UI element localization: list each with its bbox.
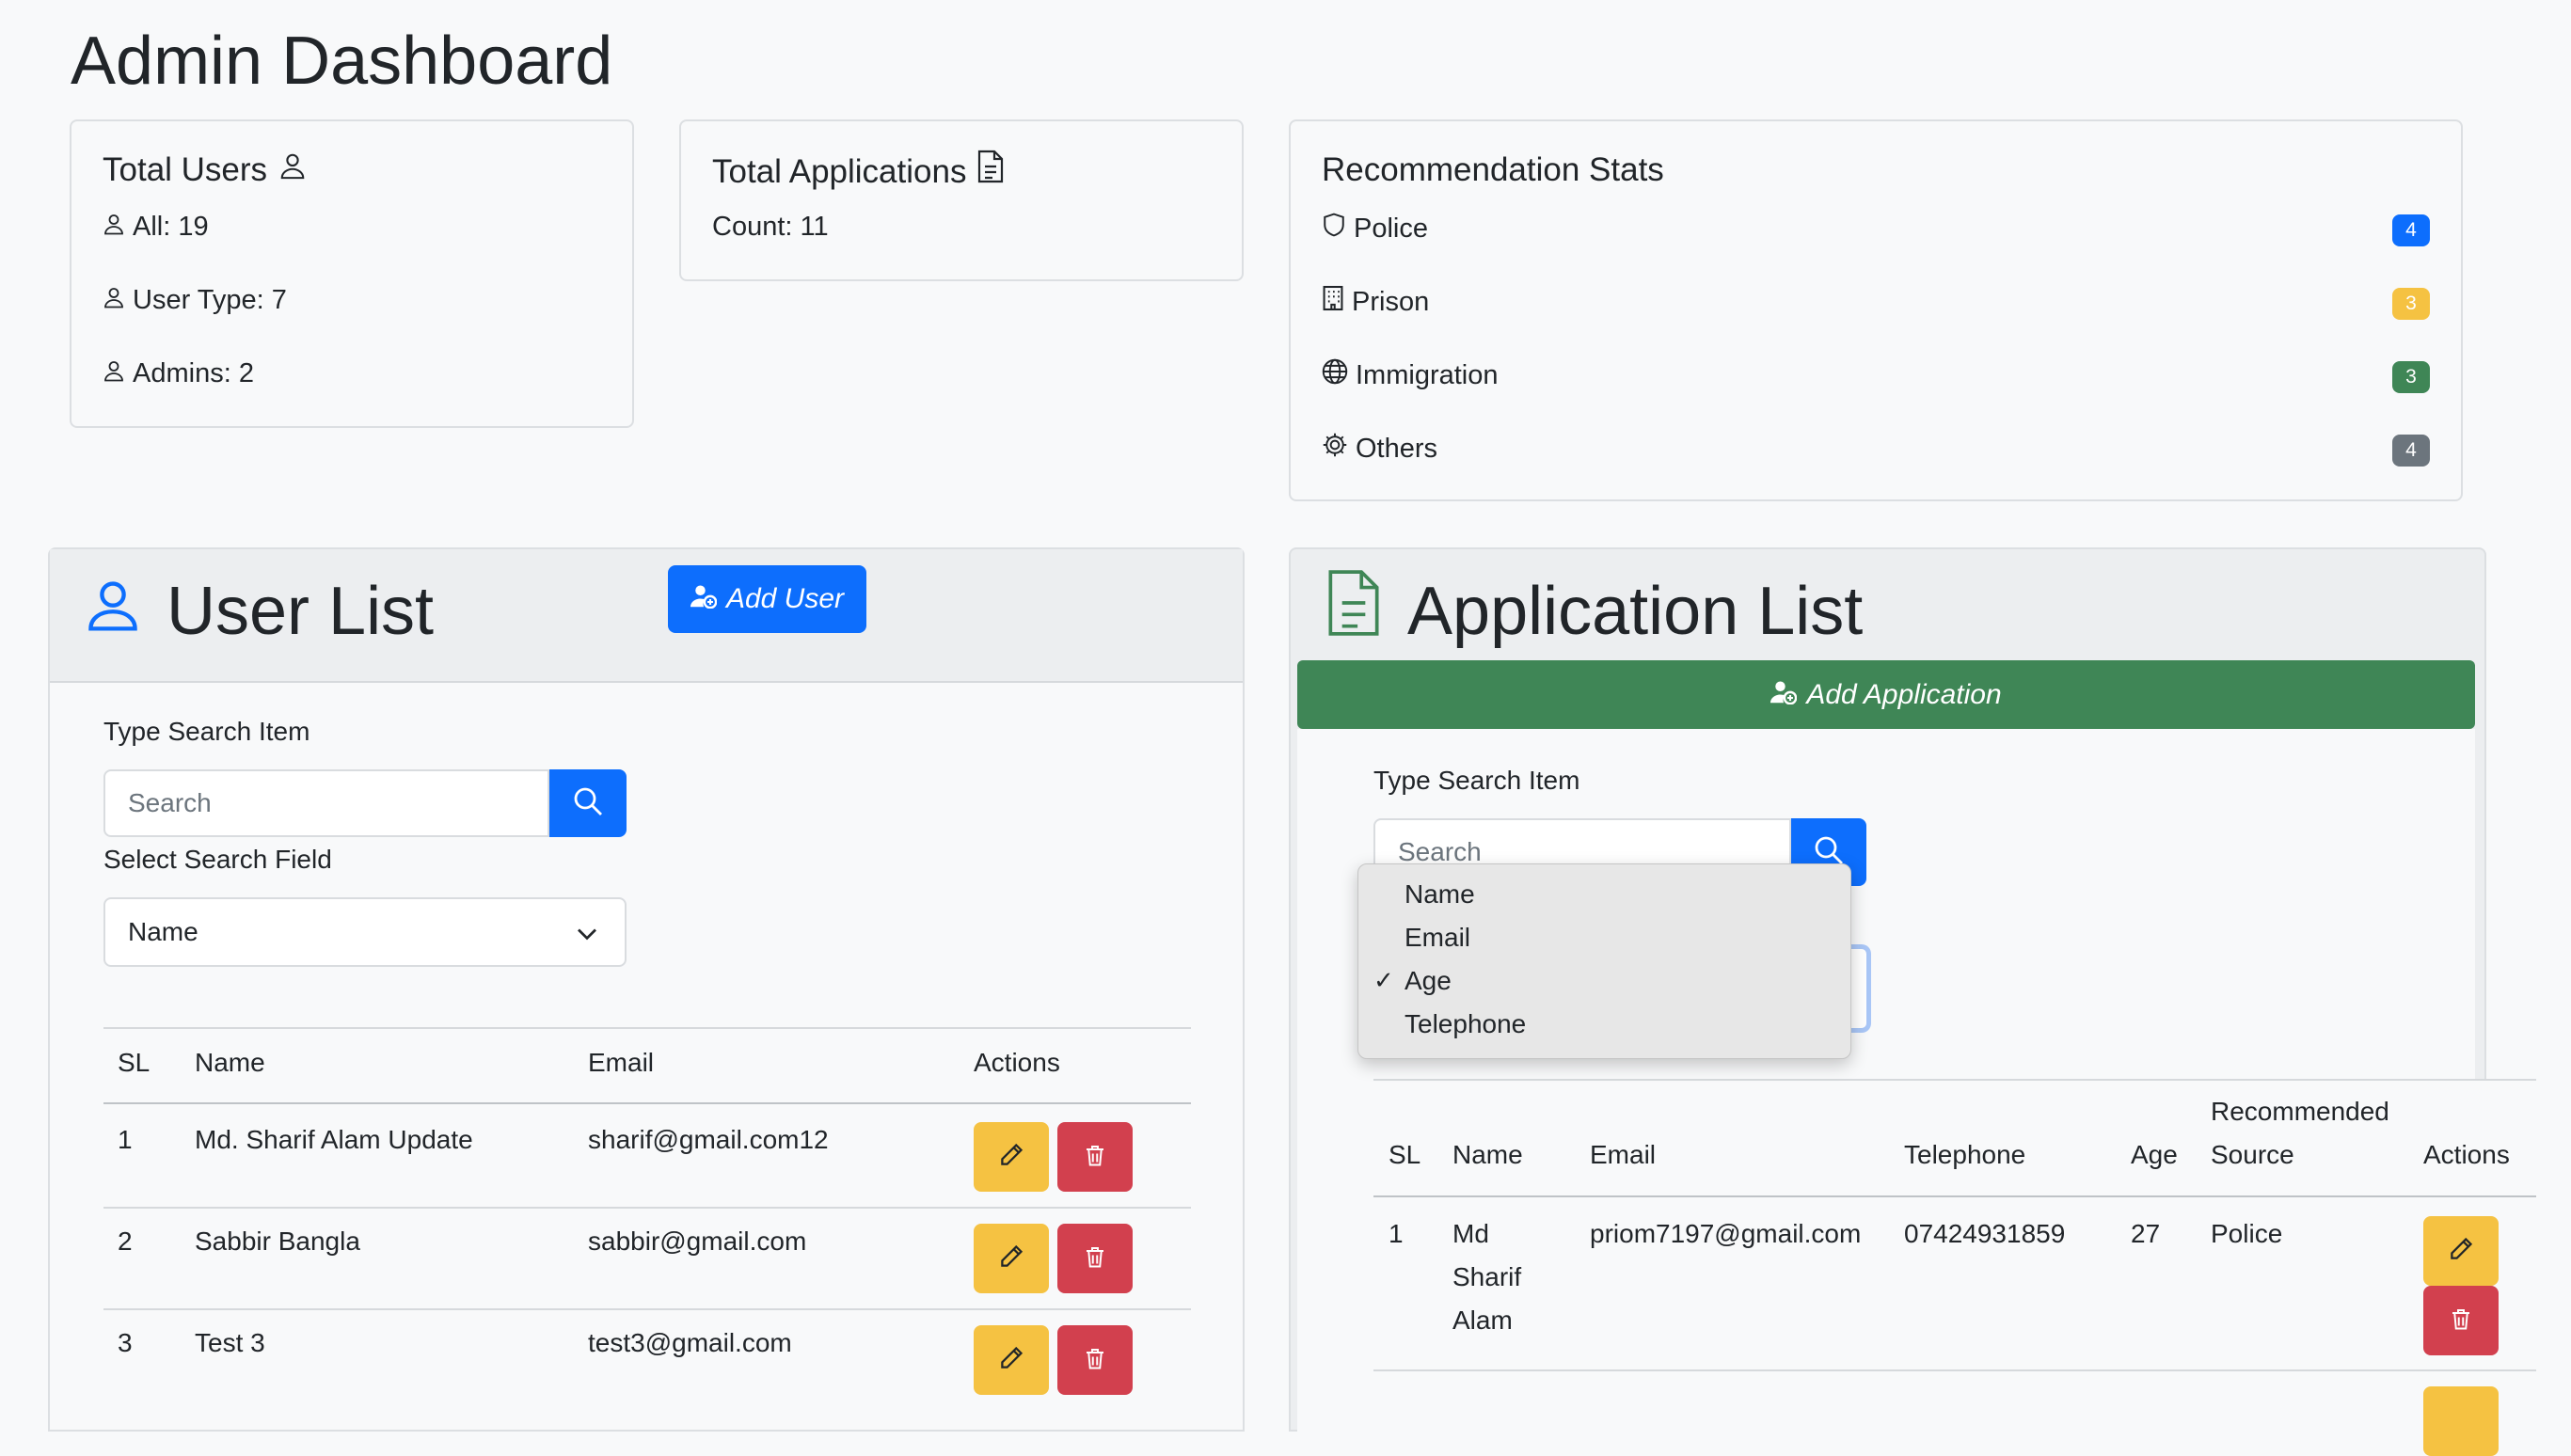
pencil-icon bbox=[2448, 1236, 2474, 1267]
trash-icon bbox=[1084, 1143, 1106, 1172]
search-label: Type Search Item bbox=[103, 717, 310, 746]
delete-button[interactable] bbox=[1057, 1122, 1133, 1192]
stat-others: Others bbox=[1322, 432, 1437, 466]
add-person-icon bbox=[690, 582, 718, 616]
add-application-button[interactable]: Add Application bbox=[1297, 660, 2475, 729]
edit-button[interactable] bbox=[974, 1122, 1049, 1192]
col-name: Name bbox=[195, 1048, 265, 1077]
col-actions: Actions bbox=[974, 1048, 1060, 1077]
dropdown-option-age[interactable]: Age bbox=[1405, 966, 1452, 996]
shield-icon bbox=[1322, 212, 1346, 245]
checkmark-icon: ✓ bbox=[1373, 966, 1394, 994]
dropdown-option-email[interactable]: Email bbox=[1405, 923, 1470, 953]
user-list-panel: User List Add User Type Search Item Sear… bbox=[48, 547, 1245, 1432]
stat-police: Police bbox=[1322, 212, 1428, 245]
document-icon bbox=[1326, 568, 1381, 642]
user-list-title: User List bbox=[167, 574, 435, 649]
add-person-icon bbox=[1770, 678, 1798, 712]
police-count-badge: 4 bbox=[2392, 214, 2430, 246]
col-sl: SL bbox=[118, 1048, 151, 1077]
person-icon bbox=[278, 150, 307, 191]
total-applications-title: Total Applications bbox=[712, 152, 967, 190]
col-source-line2: Source bbox=[2211, 1140, 2294, 1169]
edit-button[interactable] bbox=[2423, 1386, 2499, 1456]
recommendation-stats-title: Recommendation Stats bbox=[1322, 151, 1664, 188]
user-list-header: User List bbox=[50, 549, 1243, 683]
search-field-label: Select Search Field bbox=[103, 845, 332, 874]
edit-button[interactable] bbox=[974, 1325, 1049, 1395]
search-input[interactable]: Search bbox=[103, 769, 549, 837]
search-icon bbox=[573, 786, 603, 821]
col-email: Email bbox=[588, 1048, 655, 1077]
delete-button[interactable] bbox=[2423, 1286, 2499, 1355]
col-sl: SL bbox=[1389, 1140, 1421, 1169]
search-field-select[interactable]: Name bbox=[103, 897, 627, 967]
globe-icon bbox=[1322, 358, 1348, 392]
add-user-button[interactable]: Add User bbox=[668, 565, 866, 633]
search-label: Type Search Item bbox=[1373, 766, 1580, 795]
pencil-icon bbox=[998, 1142, 1024, 1173]
edit-button[interactable] bbox=[2423, 1216, 2499, 1286]
trash-icon bbox=[1084, 1346, 1106, 1375]
search-button[interactable] bbox=[549, 769, 627, 837]
applications-count: Count: 11 bbox=[712, 212, 829, 242]
pencil-icon bbox=[998, 1345, 1024, 1376]
person-icon bbox=[103, 358, 125, 389]
total-users-card: Total Users All: 19 User Type: 7 Admins:… bbox=[70, 119, 634, 428]
users-type-line: User Type: 7 bbox=[103, 285, 287, 316]
col-telephone: Telephone bbox=[1904, 1140, 2026, 1169]
stat-immigration: Immigration bbox=[1322, 358, 1499, 392]
others-count-badge: 4 bbox=[2392, 435, 2430, 467]
immigration-count-badge: 3 bbox=[2392, 361, 2430, 393]
col-actions: Actions bbox=[2423, 1140, 2510, 1169]
page-title: Admin Dashboard bbox=[71, 24, 613, 99]
recommendation-stats-card: Recommendation Stats Police 4 Prison 3 I… bbox=[1289, 119, 2463, 501]
dropdown-option-telephone[interactable]: Telephone bbox=[1405, 1009, 1526, 1039]
col-source-line1: Recommended bbox=[2211, 1097, 2389, 1126]
total-applications-card: Total Applications Count: 11 bbox=[679, 119, 1244, 281]
dropdown-option-name[interactable]: Name bbox=[1405, 879, 1475, 910]
trash-icon bbox=[1084, 1244, 1106, 1274]
building-icon bbox=[1322, 285, 1344, 319]
gear-icon bbox=[1322, 432, 1348, 466]
person-icon bbox=[103, 212, 125, 243]
users-admins-line: Admins: 2 bbox=[103, 358, 254, 389]
delete-button[interactable] bbox=[1057, 1224, 1133, 1293]
total-users-title: Total Users bbox=[103, 151, 268, 188]
document-icon bbox=[977, 150, 1004, 194]
prison-count-badge: 3 bbox=[2392, 288, 2430, 320]
trash-icon bbox=[2450, 1306, 2472, 1336]
users-all-line: All: 19 bbox=[103, 212, 209, 243]
col-name: Name bbox=[1452, 1140, 1523, 1169]
stat-prison: Prison bbox=[1322, 285, 1429, 319]
search-field-dropdown: Name Email ✓ Age Telephone bbox=[1357, 863, 1851, 1059]
person-icon bbox=[103, 285, 125, 316]
edit-button[interactable] bbox=[974, 1224, 1049, 1293]
col-age: Age bbox=[2131, 1140, 2178, 1169]
col-email: Email bbox=[1590, 1140, 1657, 1169]
delete-button[interactable] bbox=[1057, 1325, 1133, 1395]
application-list-title: Application List bbox=[1407, 574, 1864, 649]
person-icon bbox=[86, 578, 140, 637]
chevron-down-icon bbox=[576, 922, 598, 952]
pencil-icon bbox=[998, 1243, 1024, 1274]
